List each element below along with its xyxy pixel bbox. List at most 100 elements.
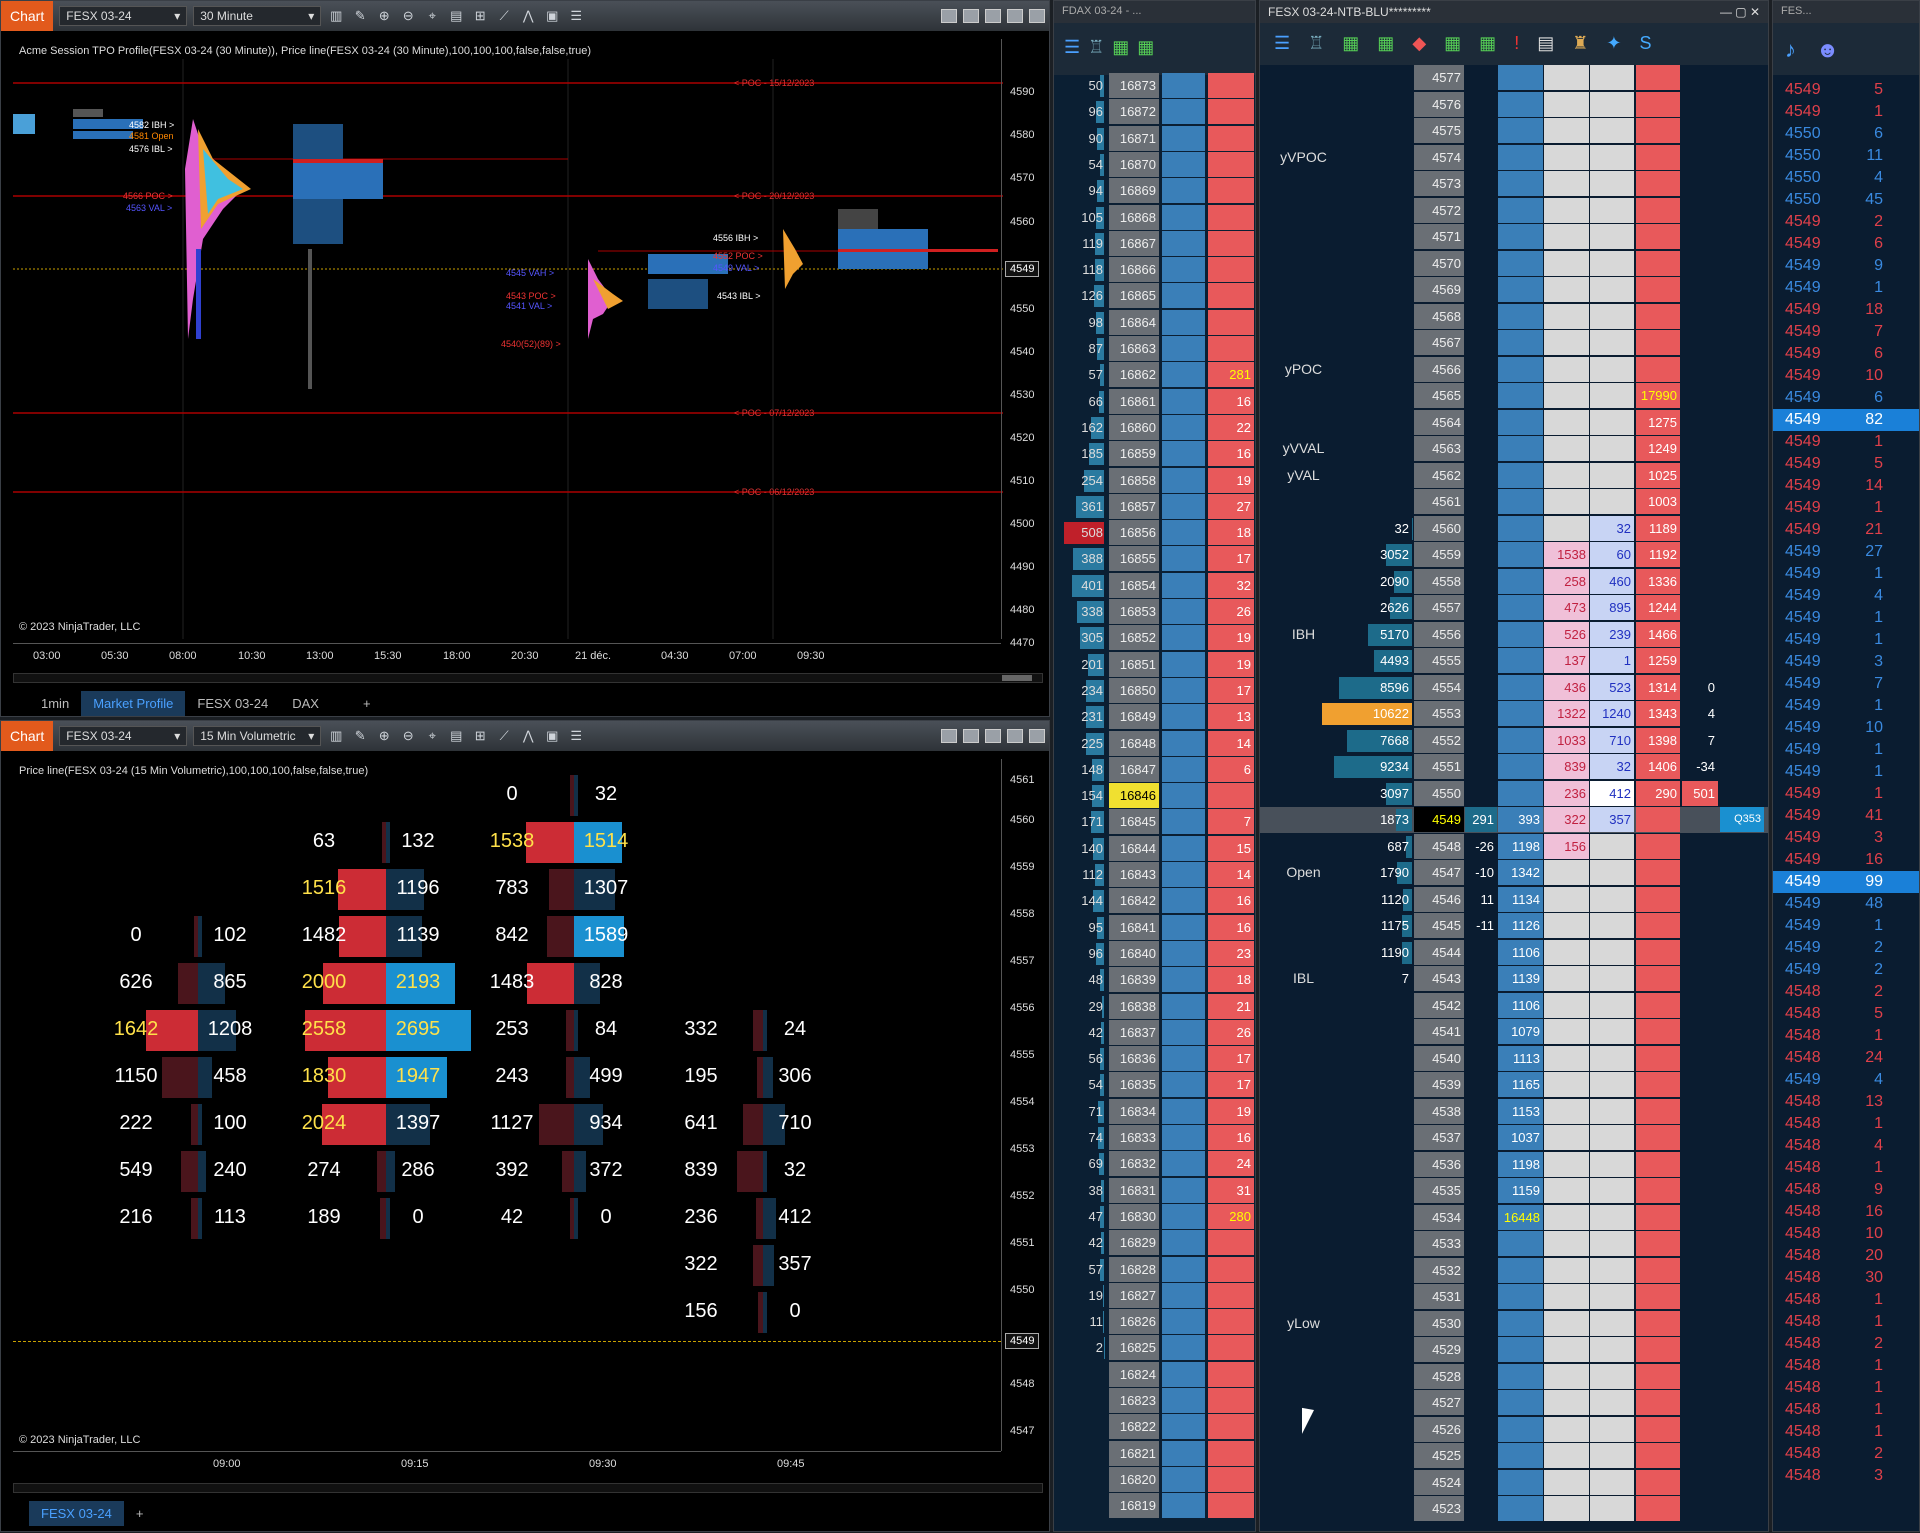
fesx-bid[interactable]	[1498, 436, 1543, 461]
fesx-bid[interactable]: 1106	[1498, 940, 1543, 965]
fdax-ask[interactable]	[1208, 1441, 1254, 1466]
fdax-price[interactable]: 16867	[1109, 231, 1159, 256]
fdax-price[interactable]: 16865	[1109, 283, 1159, 308]
fesx-ask[interactable]: 1336	[1636, 569, 1680, 594]
fesx-ask[interactable]	[1636, 65, 1680, 90]
fesx-ladder-row[interactable]: 4533	[1260, 1231, 1768, 1257]
fesx-price[interactable]: 4542	[1414, 993, 1464, 1018]
color-icon[interactable]: ◆	[1412, 33, 1426, 55]
fdax-ask[interactable]: 19	[1208, 652, 1254, 677]
fesx-ladder-row[interactable]: 8596455443652313140	[1260, 675, 1768, 701]
fdax-ladder-row[interactable]: 711683419	[1054, 1099, 1255, 1125]
fesx-bid[interactable]	[1498, 542, 1543, 567]
tab-dax[interactable]: DAX	[280, 691, 331, 716]
time-axis[interactable]: 09:00 09:15 09:30 09:45	[13, 1451, 1001, 1475]
fdax-ladder-row[interactable]: 16820	[1054, 1467, 1255, 1493]
fdax-price[interactable]: 16844	[1109, 836, 1159, 861]
fesx-ask[interactable]: 1259	[1636, 648, 1680, 673]
fdax-ask[interactable]: 16	[1208, 1125, 1254, 1150]
fesx-price[interactable]: 4523	[1414, 1496, 1464, 1521]
fdax-bid[interactable]	[1162, 1467, 1205, 1492]
fdax-ladder-row[interactable]: 1441684216	[1054, 888, 1255, 914]
fesx-price[interactable]: 4576	[1414, 92, 1464, 117]
tape-rows[interactable]: 4549545491455064550114550445504545492454…	[1773, 79, 1919, 1533]
fesx-ladder-row[interactable]: 4568	[1260, 304, 1768, 330]
fesx-bid[interactable]	[1498, 145, 1543, 170]
fesx-bid[interactable]	[1498, 569, 1543, 594]
fdax-price[interactable]: 16864	[1109, 310, 1159, 335]
grid-icon[interactable]: ▦	[1444, 33, 1461, 55]
fesx-ask[interactable]	[1636, 1284, 1680, 1309]
fdax-ladder-row[interactable]: 2341685017	[1054, 678, 1255, 704]
fesx-price[interactable]: 4536	[1414, 1152, 1464, 1177]
fesx-bid[interactable]	[1498, 701, 1543, 726]
fesx-bid[interactable]	[1498, 118, 1543, 143]
fesx-price[interactable]: 4570	[1414, 251, 1464, 276]
fesx-price[interactable]: 4532	[1414, 1258, 1464, 1283]
fdax-bid[interactable]	[1162, 1388, 1205, 1413]
fesx-ask[interactable]: 17990	[1636, 383, 1680, 408]
fesx-bid[interactable]	[1498, 675, 1543, 700]
fdax-ask[interactable]: 16	[1208, 389, 1254, 414]
fdax-bid[interactable]	[1162, 520, 1205, 545]
fesx-ask[interactable]	[1636, 145, 1680, 170]
time-axis[interactable]: 03:00 05:30 08:00 10:30 13:00 15:30 18:0…	[13, 643, 1001, 667]
fesx-ladder-row[interactable]: 4570	[1260, 251, 1768, 277]
maximize-button[interactable]	[1007, 9, 1023, 23]
fesx-bid[interactable]	[1498, 357, 1543, 382]
fdax-ask[interactable]: 19	[1208, 625, 1254, 650]
fdax-ask[interactable]	[1208, 310, 1254, 335]
fesx-ask[interactable]	[1636, 1470, 1680, 1495]
fdax-ask[interactable]: 17	[1208, 1046, 1254, 1071]
fdax-price[interactable]: 16873	[1109, 73, 1159, 98]
minimize-button[interactable]	[985, 9, 1001, 23]
fesx-bid[interactable]: 1106	[1498, 993, 1543, 1018]
fdax-price[interactable]: 16831	[1109, 1178, 1159, 1203]
fesx-price[interactable]: 4565	[1414, 383, 1464, 408]
fdax-ask[interactable]	[1208, 152, 1254, 177]
fdax-ladder-row[interactable]: 2251684814	[1054, 731, 1255, 757]
fesx-ask[interactable]	[1636, 1046, 1680, 1071]
fdax-ladder-row[interactable]: 12616865	[1054, 283, 1255, 309]
fesx-ask[interactable]: 1406	[1636, 754, 1680, 779]
fesx-ask[interactable]: 1244	[1636, 595, 1680, 620]
fesx-ladder-row[interactable]: 6874548-261198156	[1260, 834, 1768, 860]
fdax-ask[interactable]: 16	[1208, 915, 1254, 940]
fesx-price[interactable]: 4540	[1414, 1046, 1464, 1071]
fesx-price[interactable]: 4561	[1414, 489, 1464, 514]
draw-tool-icon[interactable]: ✎	[351, 8, 369, 24]
fesx-ladder-row[interactable]: 11754545-111126	[1260, 913, 1768, 939]
fesx-ask[interactable]	[1636, 860, 1680, 885]
fesx-bid[interactable]: 393	[1498, 807, 1543, 832]
fdax-ladder-row[interactable]: 481683918	[1054, 967, 1255, 993]
fesx-bid[interactable]	[1498, 1311, 1543, 1336]
fdax-bid[interactable]	[1162, 1125, 1205, 1150]
fesx-ladder-row[interactable]: 4523	[1260, 1496, 1768, 1522]
fdax-ladder-row[interactable]: 1916827	[1054, 1283, 1255, 1309]
tooth-icon[interactable]: ♖	[1088, 37, 1104, 61]
fdax-bid[interactable]	[1162, 1493, 1205, 1518]
fesx-ask[interactable]	[1636, 1258, 1680, 1283]
fdax-bid[interactable]	[1162, 1257, 1205, 1282]
strategy-icon[interactable]: ⊞	[471, 8, 489, 24]
fesx-price[interactable]: 4554	[1414, 675, 1464, 700]
fdax-bid[interactable]	[1162, 1362, 1205, 1387]
fdax-bid[interactable]	[1162, 757, 1205, 782]
fesx-price[interactable]: 4535	[1414, 1178, 1464, 1203]
fdax-ladder-rows[interactable]: 5016873961687290168715416870941686910516…	[1054, 73, 1255, 1533]
tab-market-profile[interactable]: Market Profile	[81, 691, 185, 716]
fdax-price[interactable]: 16819	[1109, 1493, 1159, 1518]
sheet-icon[interactable]: ▦	[1479, 33, 1496, 55]
fesx-ladder-row[interactable]: 45401113	[1260, 1046, 1768, 1072]
fdax-price[interactable]: 16842	[1109, 888, 1159, 913]
fesx-ladder-row[interactable]: 45381153	[1260, 1099, 1768, 1125]
fesx-ask[interactable]	[1636, 1337, 1680, 1362]
fdax-price[interactable]: 16871	[1109, 126, 1159, 151]
fesx-ask[interactable]: 1025	[1636, 463, 1680, 488]
tooth-icon[interactable]: ♖	[1308, 33, 1324, 55]
fesx-price[interactable]: 4552	[1414, 728, 1464, 753]
tile-button[interactable]	[941, 9, 957, 23]
fesx-ask[interactable]	[1636, 1496, 1680, 1521]
fdax-price[interactable]: 16838	[1109, 994, 1159, 1019]
fesx-ladder-row[interactable]: 45411079	[1260, 1019, 1768, 1045]
